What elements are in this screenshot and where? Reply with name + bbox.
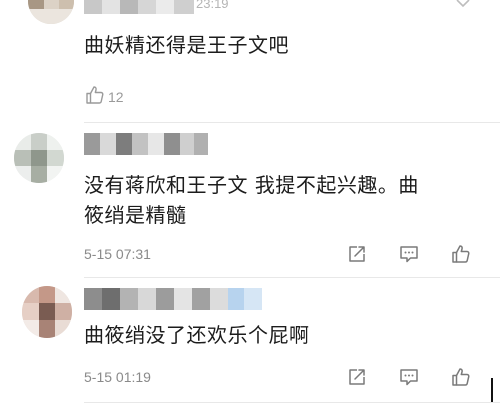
chevron-down-icon[interactable]	[452, 0, 474, 14]
comment-top: 23:19 曲妖精还得是王子文吧 12	[0, 0, 500, 118]
comment-body-line: 没有蒋欣和王子文 我提不起兴趣。曲	[84, 173, 419, 197]
divider	[84, 402, 500, 403]
avatar-mosaic	[22, 286, 72, 338]
avatar-mosaic	[14, 133, 64, 183]
share-edit-icon[interactable]	[346, 243, 368, 265]
share-edit-icon[interactable]	[346, 366, 368, 388]
username-mosaic	[84, 0, 194, 14]
comment-item: 曲筱绡没了还欢乐个屁啊 5-15 01:19	[0, 278, 500, 405]
comment-time: 23:19	[196, 0, 229, 11]
thumbs-up-icon[interactable]	[450, 366, 472, 388]
thumbs-up-icon[interactable]	[450, 243, 472, 265]
avatar[interactable]	[22, 286, 72, 338]
comment-body: 曲妖精还得是王子文吧	[84, 33, 289, 57]
comment-body: 曲筱绡没了还欢乐个屁啊	[84, 323, 310, 347]
comment-bubble-icon[interactable]	[398, 243, 420, 265]
comment-time: 5-15 01:19	[84, 369, 151, 385]
comment-item: 没有蒋欣和王子文 我提不起兴趣。曲 筱绡是精髓 5-15 07:31	[0, 123, 500, 281]
username-mosaic	[84, 288, 262, 310]
avatar[interactable]	[14, 133, 64, 183]
username-mosaic	[84, 133, 208, 155]
avatar-mosaic	[28, 0, 74, 24]
comment-body-line: 筱绡是精髓	[84, 203, 187, 227]
comment-body: 没有蒋欣和王子文 我提不起兴趣。曲 筱绡是精髓	[84, 170, 488, 230]
text-cursor	[491, 378, 493, 402]
like-count: 12	[108, 89, 124, 105]
thumbs-up-icon[interactable]	[84, 84, 106, 106]
avatar[interactable]	[28, 0, 74, 24]
comment-bubble-icon[interactable]	[398, 366, 420, 388]
comment-time: 5-15 07:31	[84, 246, 151, 262]
